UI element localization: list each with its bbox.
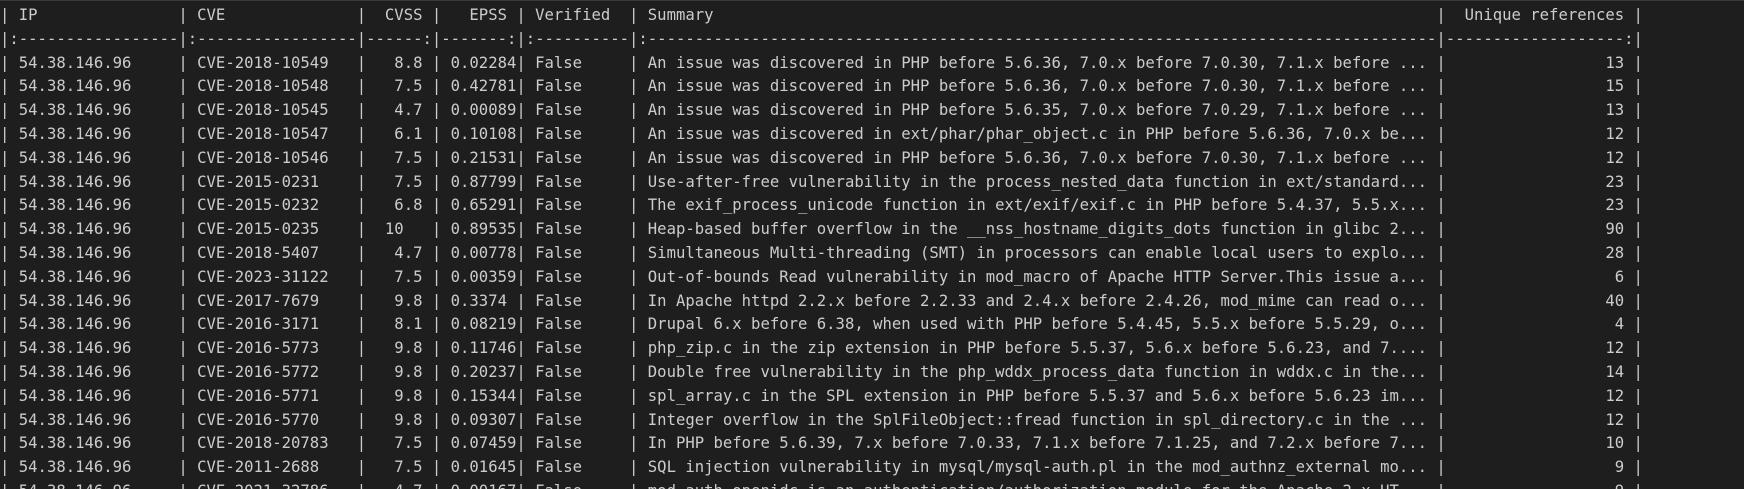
- table-row: | 54.38.146.96 | CVE-2016-5771 | 9.8 | 0…: [0, 386, 1643, 405]
- table-row: | 54.38.146.96 | CVE-2016-3171 | 8.1 | 0…: [0, 315, 1643, 334]
- table-separator-row: |:-----------------|:-----------------|-…: [0, 29, 1643, 48]
- table-row: | 54.38.146.96 | CVE-2018-10547 | 6.1 | …: [0, 124, 1643, 143]
- table-row: | 54.38.146.96 | CVE-2018-10549 | 8.8 | …: [0, 53, 1643, 72]
- table-row: | 54.38.146.96 | CVE-2023-31122 | 7.5 | …: [0, 267, 1643, 286]
- table-row: | 54.38.146.96 | CVE-2018-20783 | 7.5 | …: [0, 434, 1643, 453]
- table-output: | IP | CVE | CVSS | EPSS | Verified | Su…: [0, 4, 1643, 489]
- table-row: | 54.38.146.96 | CVE-2016-5772 | 9.8 | 0…: [0, 362, 1643, 381]
- table-row: | 54.38.146.96 | CVE-2018-10545 | 4.7 | …: [0, 101, 1643, 120]
- table-row: | 54.38.146.96 | CVE-2015-0235 | 10 | 0.…: [0, 220, 1643, 239]
- table-row: | 54.38.146.96 | CVE-2016-5773 | 9.8 | 0…: [0, 339, 1643, 358]
- table-row: | 54.38.146.96 | CVE-2018-10548 | 7.5 | …: [0, 77, 1643, 96]
- table-header-row: | IP | CVE | CVSS | EPSS | Verified | Su…: [0, 6, 1643, 24]
- table-row: | 54.38.146.96 | CVE-2017-7679 | 9.8 | 0…: [0, 291, 1643, 310]
- table-row: | 54.38.146.96 | CVE-2016-5770 | 9.8 | 0…: [0, 410, 1643, 429]
- terminal-output: | IP | CVE | CVSS | EPSS | Verified | Su…: [0, 0, 1744, 489]
- table-row: | 54.38.146.96 | CVE-2015-0231 | 7.5 | 0…: [0, 172, 1643, 191]
- table-row: | 54.38.146.96 | CVE-2018-10546 | 7.5 | …: [0, 148, 1643, 167]
- table-row: | 54.38.146.96 | CVE-2021-32786 | 4.7 | …: [0, 480, 1643, 489]
- table-row: | 54.38.146.96 | CVE-2018-5407 | 4.7 | 0…: [0, 243, 1643, 262]
- table-row: | 54.38.146.96 | CVE-2011-2688 | 7.5 | 0…: [0, 458, 1643, 477]
- table-row: | 54.38.146.96 | CVE-2015-0232 | 6.8 | 0…: [0, 196, 1643, 215]
